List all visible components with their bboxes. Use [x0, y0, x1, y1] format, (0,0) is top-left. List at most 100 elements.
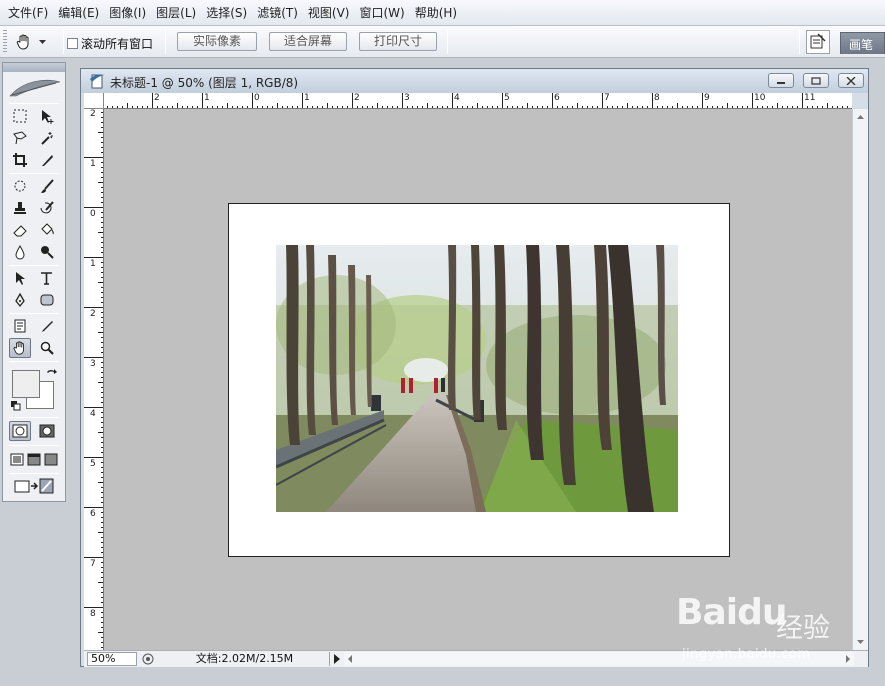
actual-pixels-button[interactable]: 实际像素 — [177, 32, 257, 51]
options-bar: 滚动所有窗口 实际像素 适合屏幕 打印尺寸 — [0, 26, 885, 58]
horizontal-ruler[interactable]: 210123456789101112 — [104, 93, 852, 109]
status-info-icon[interactable] — [140, 652, 156, 666]
vertical-scrollbar[interactable] — [852, 109, 868, 650]
zoom-tool[interactable] — [36, 338, 58, 358]
menu-item[interactable]: 视图(V) — [303, 0, 355, 26]
minimize-button[interactable] — [768, 73, 794, 88]
menu-item[interactable]: 滤镜(T) — [252, 0, 303, 26]
ruler-major-tick — [84, 607, 103, 608]
menu-item[interactable]: 编辑(E) — [53, 0, 104, 26]
scroll-right-icon[interactable] — [842, 652, 854, 666]
canvas-area[interactable] — [104, 109, 852, 650]
fit-screen-button[interactable]: 适合屏幕 — [269, 32, 347, 51]
clone-stamp-tool[interactable] — [9, 198, 31, 218]
full-screen-button[interactable] — [42, 449, 59, 469]
default-colors-icon[interactable] — [11, 401, 21, 411]
menu-item[interactable]: 帮助(H) — [410, 0, 462, 26]
notes-tool[interactable] — [9, 316, 31, 336]
ruler-label: 1 — [90, 159, 96, 169]
drop-icon — [15, 245, 25, 260]
crop-tool[interactable] — [9, 150, 31, 170]
park-path-photo[interactable] — [276, 245, 678, 512]
tool-preset-picker[interactable] — [15, 30, 59, 54]
magic-wand-tool[interactable] — [36, 128, 58, 148]
ruler-label: 1 — [90, 259, 96, 269]
hand-tool[interactable] — [9, 338, 31, 358]
dodge-tool[interactable] — [36, 242, 58, 262]
menu-item[interactable]: 图层(L) — [151, 0, 201, 26]
swap-colors-icon[interactable] — [45, 368, 57, 380]
ruler-label: 2 — [354, 93, 360, 103]
shape-tool[interactable] — [36, 290, 58, 310]
eraser-tool[interactable] — [9, 220, 31, 240]
screen-mode-icon — [44, 453, 57, 465]
ruler-major-tick — [84, 457, 103, 458]
toolbox-header[interactable] — [3, 63, 65, 72]
menu-item[interactable]: 选择(S) — [201, 0, 252, 26]
jump-to-imageready-button[interactable] — [9, 476, 59, 496]
ruler-major-tick — [84, 407, 103, 408]
palette-well-icon[interactable] — [806, 30, 830, 54]
paint-bucket-tool[interactable] — [36, 220, 58, 240]
maximize-button[interactable] — [803, 73, 829, 88]
path-selection-tool[interactable] — [9, 268, 31, 288]
vertical-ruler[interactable]: 2 1 0 1 2 3 4 5 6 7 8 — [84, 109, 104, 650]
foreground-color-swatch[interactable] — [12, 370, 40, 398]
zoom-level-field[interactable]: 50% — [87, 652, 137, 666]
toolbox-separator — [9, 361, 59, 362]
marquee-tool[interactable] — [9, 106, 31, 126]
ruler-major-tick — [752, 93, 753, 108]
document-canvas[interactable] — [228, 203, 730, 557]
close-button[interactable] — [838, 73, 864, 88]
move-tool[interactable] — [36, 106, 58, 126]
ruler-label: 8 — [90, 609, 96, 619]
horizontal-scrollbar[interactable] — [344, 652, 854, 666]
ruler-major-tick — [84, 307, 103, 308]
menu-item[interactable]: 窗口(W) — [354, 0, 409, 26]
options-separator — [447, 30, 448, 54]
menu-item[interactable]: 图像(I) — [104, 0, 151, 26]
photoshop-feather-icon[interactable] — [6, 76, 62, 100]
brush-palette-tab[interactable]: 画笔 — [840, 32, 885, 54]
eyedropper-tool[interactable] — [36, 316, 58, 336]
history-brush-tool[interactable] — [36, 198, 58, 218]
ruler-major-tick — [84, 257, 103, 258]
options-grip[interactable] — [3, 30, 7, 54]
blur-tool[interactable] — [9, 242, 31, 262]
ruler-label: 6 — [90, 509, 96, 519]
type-tool[interactable] — [36, 268, 58, 288]
standard-screen-mode-button[interactable] — [8, 449, 25, 469]
ruler-label: 4 — [454, 93, 460, 103]
scroll-all-windows-checkbox[interactable]: 滚动所有窗口 — [67, 35, 153, 52]
brush-tool[interactable] — [36, 176, 58, 196]
move-icon — [42, 110, 54, 124]
menu-item[interactable]: 文件(F) — [3, 0, 53, 26]
ruler-label: 5 — [504, 93, 510, 103]
magnifier-icon — [40, 341, 54, 355]
ruler-label: 2 — [154, 93, 160, 103]
document-title-bar[interactable]: 未标题-1 @ 50% (图层 1, RGB/8) — [81, 69, 868, 93]
scroll-left-icon[interactable] — [344, 652, 356, 666]
ruler-label: 9 — [704, 93, 710, 103]
toolbox-separator — [9, 473, 59, 474]
scroll-up-icon[interactable] — [853, 111, 868, 123]
brush-icon — [41, 179, 54, 193]
hand-icon — [13, 341, 24, 355]
scroll-down-icon[interactable] — [853, 636, 868, 648]
healing-brush-tool[interactable] — [9, 176, 31, 196]
status-menu-arrow-icon[interactable] — [332, 653, 342, 665]
slice-tool[interactable] — [36, 150, 58, 170]
checkbox-box[interactable] — [67, 38, 78, 49]
ruler-label: 11 — [804, 93, 816, 103]
quick-mask-button[interactable] — [36, 421, 58, 441]
standard-mode-button[interactable] — [9, 421, 31, 441]
ruler-label: 2 — [90, 309, 96, 319]
lasso-tool[interactable] — [9, 128, 31, 148]
ruler-major-tick — [84, 207, 103, 208]
pen-tool[interactable] — [9, 290, 31, 310]
full-screen-menu-button[interactable] — [25, 449, 42, 469]
paint-bucket-icon — [41, 223, 54, 235]
ruler-origin[interactable] — [84, 93, 104, 109]
print-size-button[interactable]: 打印尺寸 — [359, 32, 437, 51]
lasso-icon — [13, 131, 27, 145]
